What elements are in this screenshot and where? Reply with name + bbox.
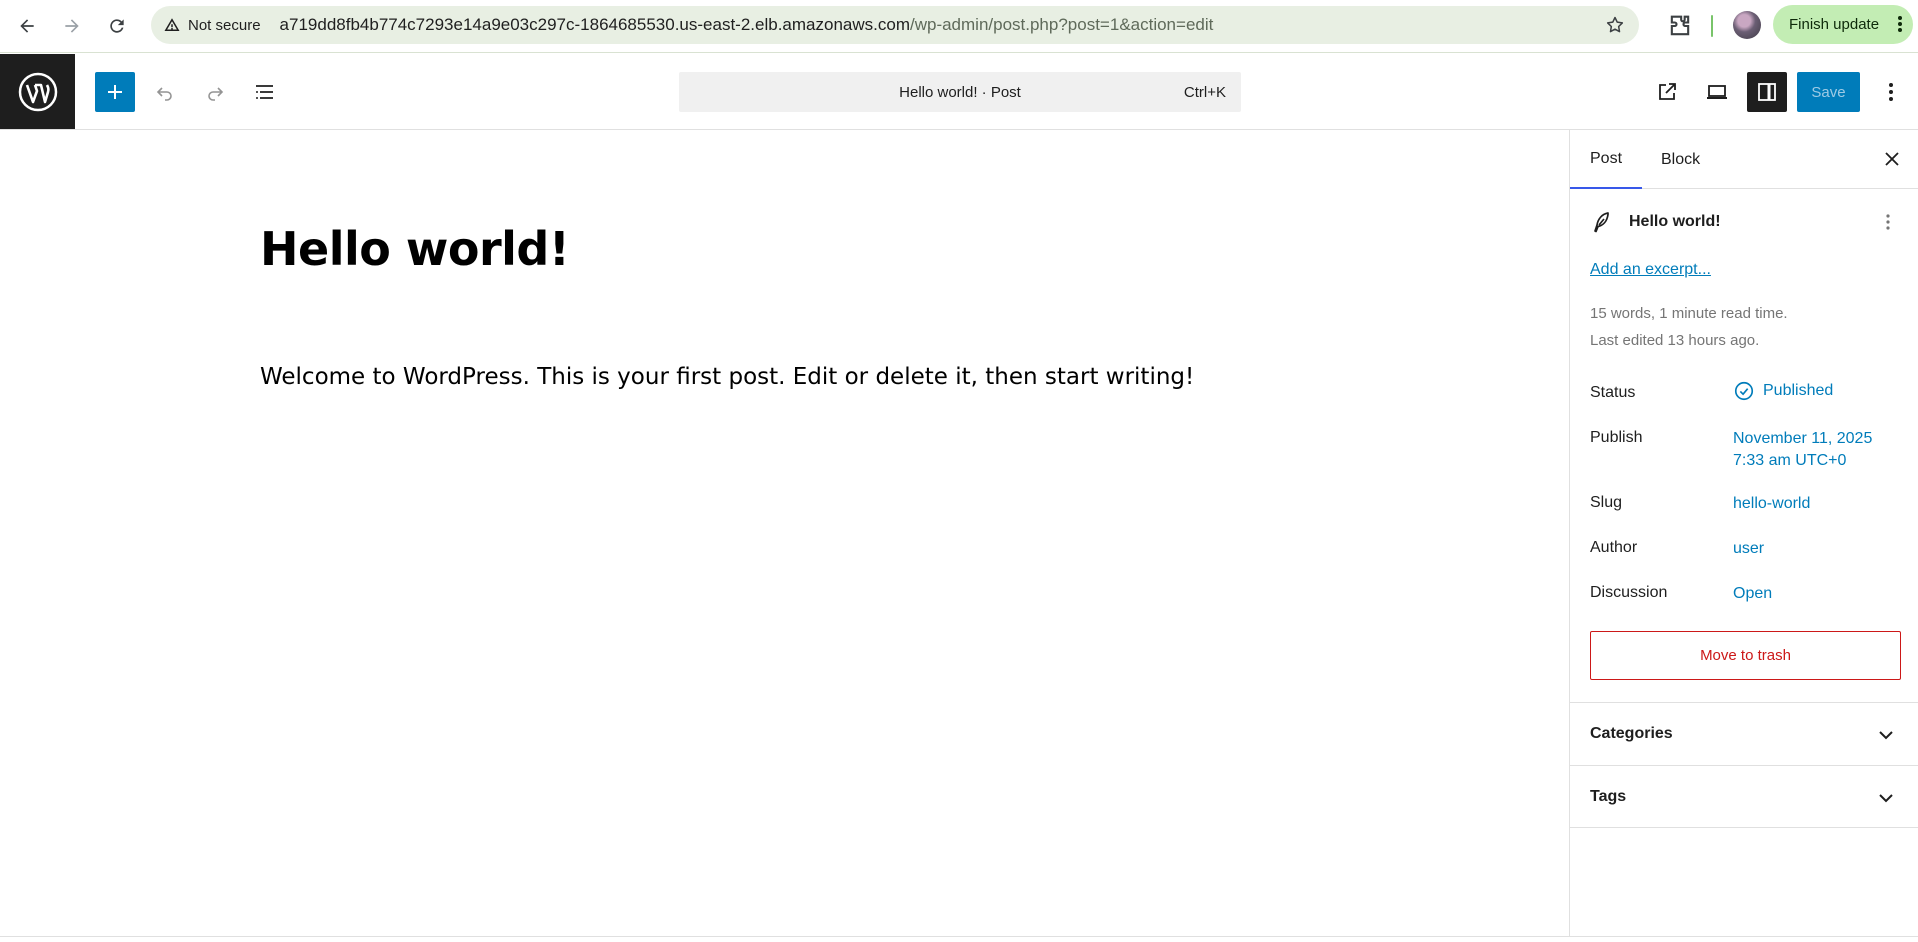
security-chip[interactable]: Not secure — [163, 16, 261, 34]
url-text[interactable]: a719dd8fb4b774c7293e14a9e03c297c-1864685… — [280, 15, 1214, 35]
document-title: Hello world! · Post — [899, 83, 1021, 101]
post-title[interactable]: Hello world! — [260, 222, 570, 276]
editor-header: Hello world! · Post Ctrl+K Save — [0, 54, 1918, 130]
back-button[interactable] — [11, 10, 43, 42]
chevron-down-icon — [1879, 731, 1893, 740]
post-card-header: Hello world! — [1590, 210, 1721, 234]
profile-avatar[interactable] — [1733, 11, 1761, 39]
finish-update-label: Finish update — [1789, 16, 1880, 33]
save-button[interactable]: Save — [1797, 72, 1860, 112]
undo-icon — [156, 87, 172, 101]
arrow-left-icon — [20, 19, 34, 33]
desktop-icon — [1707, 85, 1727, 99]
tags-title: Tags — [1590, 788, 1627, 805]
forward-button[interactable] — [56, 10, 88, 42]
chevron-down-icon — [1879, 794, 1893, 803]
quill-icon — [1594, 212, 1609, 233]
settings-sidebar: Post Block Hello world! Add an excerpt..… — [1569, 130, 1918, 936]
redo-button[interactable] — [195, 72, 235, 112]
slug-value[interactable]: hello-world — [1733, 493, 1810, 515]
status-label: Status — [1590, 384, 1636, 401]
url-host: a719dd8fb4b774c7293e14a9e03c297c-1864685… — [279, 15, 910, 34]
status-value: Published — [1763, 382, 1834, 399]
reload-button[interactable] — [101, 10, 133, 42]
discussion-label: Discussion — [1590, 584, 1668, 601]
block-inserter-button[interactable] — [95, 72, 135, 112]
paragraph-block[interactable]: Welcome to WordPress. This is your first… — [260, 364, 1194, 390]
url-path: /wp-admin/post.php?post=1&action=edit — [909, 15, 1214, 34]
wordpress-icon — [18, 72, 57, 111]
author-value[interactable]: user — [1733, 538, 1764, 560]
post-actions-icon[interactable] — [1885, 213, 1891, 231]
tags-panel-toggle[interactable]: Tags — [1570, 765, 1918, 828]
post-card-title: Hello world! — [1629, 213, 1721, 230]
more-vertical-icon — [1889, 83, 1893, 101]
publish-time: 7:33 am UTC+0 — [1733, 452, 1847, 469]
sidebar-tabs: Post Block — [1570, 130, 1918, 189]
options-menu-button[interactable] — [1876, 72, 1906, 112]
sidebar-icon — [1758, 83, 1776, 101]
word-count: 15 words, 1 minute read time. — [1590, 305, 1788, 322]
command-shortcut: Ctrl+K — [1183, 84, 1226, 101]
toolbar-divider — [1711, 15, 1713, 37]
command-palette-button[interactable]: Hello world! · Post Ctrl+K — [679, 72, 1241, 112]
tab-post[interactable]: Post — [1570, 130, 1643, 189]
list-view-icon — [256, 85, 273, 99]
preview-button[interactable] — [1697, 72, 1737, 112]
tab-block[interactable]: Block — [1641, 130, 1720, 189]
extensions-icon[interactable] — [1666, 12, 1694, 40]
status-value-button[interactable]: Published — [1733, 380, 1833, 402]
publish-date-button[interactable]: November 11, 2025 7:33 am UTC+0 — [1733, 428, 1872, 472]
publish-date: November 11, 2025 — [1733, 430, 1873, 447]
warning-triangle-icon — [164, 18, 180, 31]
categories-panel-toggle[interactable]: Categories — [1570, 702, 1918, 765]
footer-divider — [0, 936, 1918, 937]
move-to-trash-button[interactable]: Move to trash — [1590, 631, 1901, 680]
author-label: Author — [1590, 539, 1638, 556]
browser-toolbar: Not secure a719dd8fb4b774c7293e14a9e03c2… — [0, 0, 1918, 53]
add-excerpt-link[interactable]: Add an excerpt... — [1590, 261, 1711, 279]
view-post-button[interactable] — [1647, 72, 1687, 112]
bookmark-star-icon[interactable] — [1605, 15, 1625, 35]
discussion-value[interactable]: Open — [1733, 583, 1772, 605]
settings-toggle-button[interactable] — [1747, 72, 1787, 112]
redo-icon — [208, 87, 224, 101]
external-link-icon — [1659, 83, 1676, 100]
arrow-right-icon — [65, 19, 79, 33]
editor-canvas[interactable]: Hello world! Welcome to WordPress. This … — [0, 130, 1569, 936]
undo-button[interactable] — [145, 72, 185, 112]
plus-icon — [108, 85, 122, 99]
wordpress-logo-button[interactable] — [0, 54, 75, 129]
more-vertical-icon — [1898, 16, 1902, 32]
document-overview-button[interactable] — [245, 72, 285, 112]
security-label: Not secure — [188, 16, 261, 34]
finish-update-button[interactable]: Finish update — [1773, 5, 1913, 44]
last-edited: Last edited 13 hours ago. — [1590, 332, 1760, 349]
slug-label: Slug — [1590, 494, 1623, 511]
reload-icon — [110, 19, 124, 33]
categories-title: Categories — [1590, 725, 1673, 742]
published-check-icon — [1734, 381, 1754, 401]
address-bar[interactable]: Not secure a719dd8fb4b774c7293e14a9e03c2… — [151, 6, 1639, 44]
close-icon[interactable] — [1880, 147, 1904, 171]
publish-label: Publish — [1590, 429, 1643, 446]
